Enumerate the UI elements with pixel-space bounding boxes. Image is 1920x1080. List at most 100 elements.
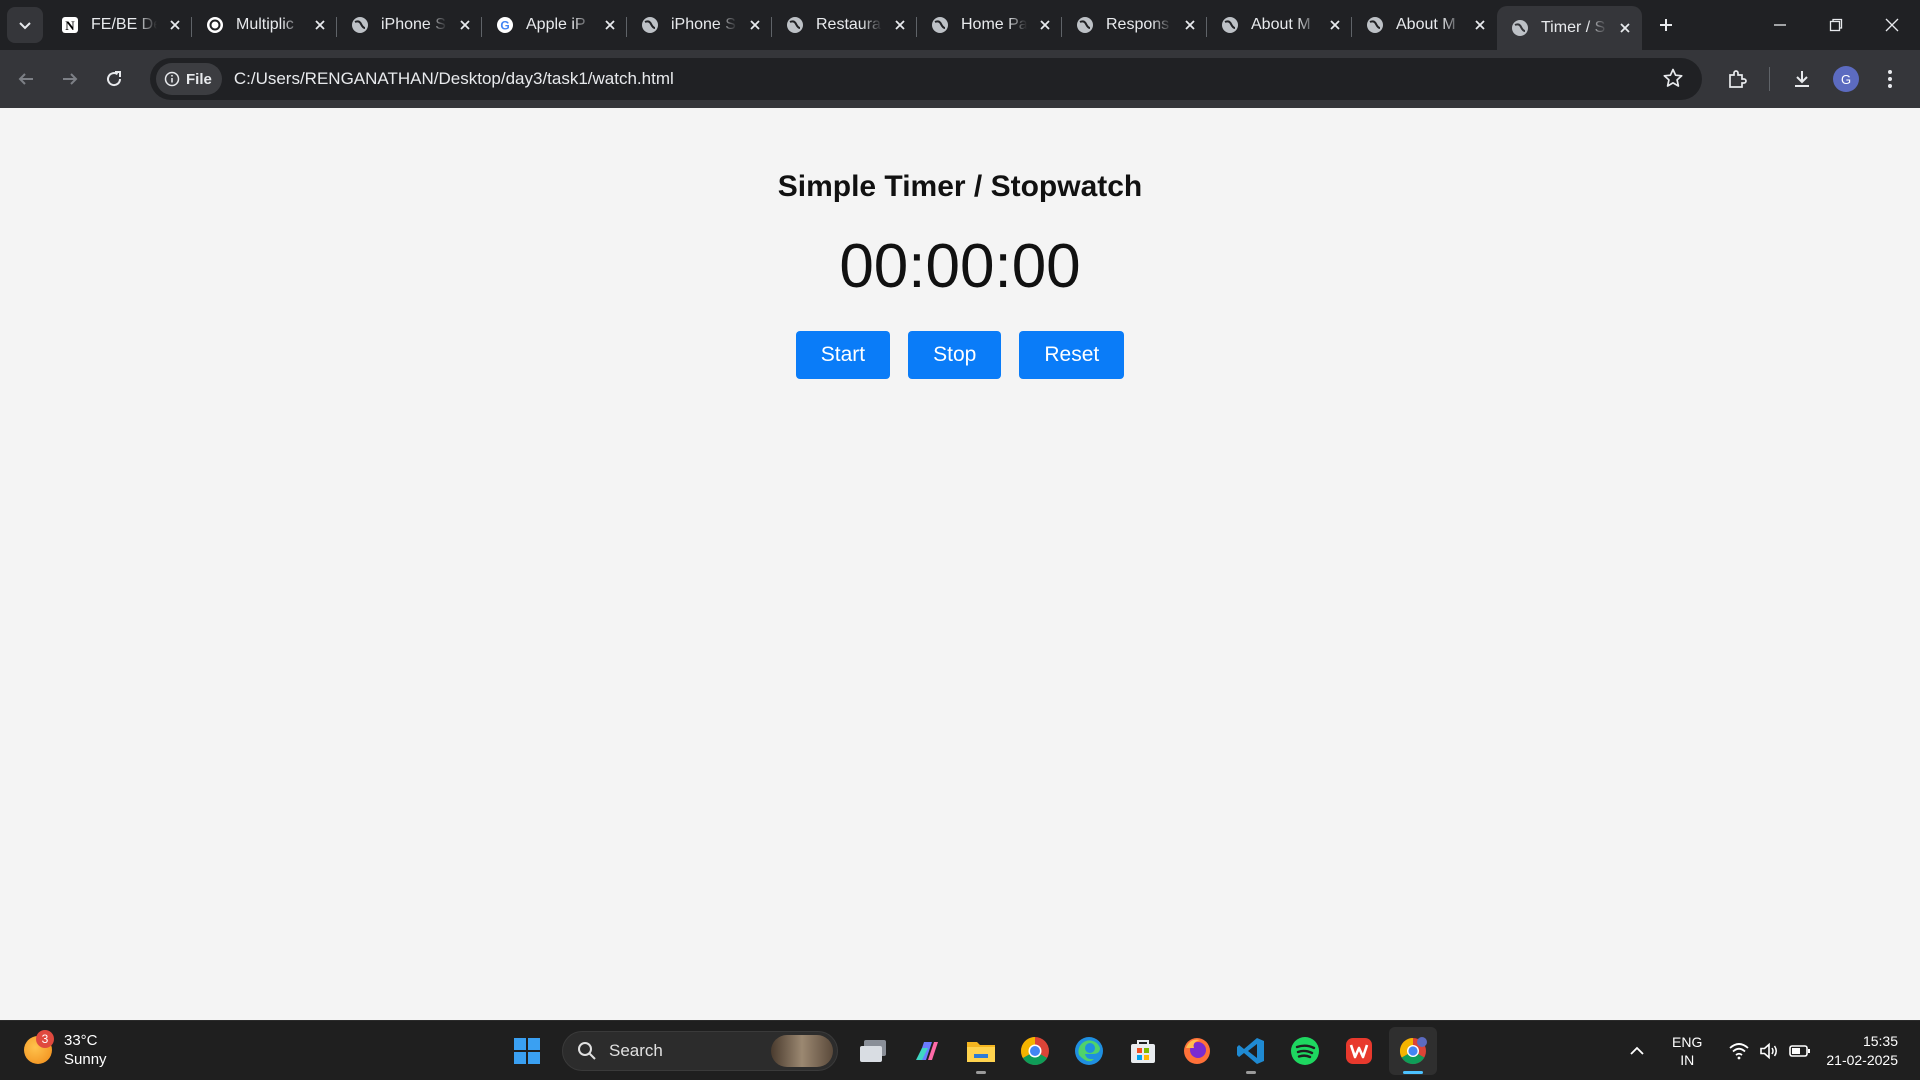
extensions-button[interactable] [1715,57,1759,101]
tab[interactable]: iPhone S [627,5,772,45]
tab-title: Timer / S [1541,19,1606,36]
toolbar-divider [1769,67,1770,91]
volume-icon[interactable] [1759,1042,1779,1060]
tab[interactable]: G Apple iP [482,5,627,45]
arrow-right-icon [63,73,78,85]
clock-date: 21-02-2025 [1826,1052,1898,1068]
close-icon[interactable] [455,15,475,35]
timer-controls: Start Stop Reset [0,331,1920,379]
bookmark-star-icon[interactable] [1662,67,1684,94]
close-icon[interactable] [165,15,185,35]
close-icon[interactable] [310,15,330,35]
wifi-icon[interactable] [1729,1042,1749,1060]
tab[interactable]: Respons [1062,5,1207,45]
store-button[interactable] [1119,1027,1167,1075]
language-code: ENG [1672,1034,1703,1050]
tab[interactable]: About M [1207,5,1352,45]
tab[interactable]: iPhone S [337,5,482,45]
close-icon[interactable] [600,15,620,35]
chrome-profile-button[interactable] [1389,1027,1437,1075]
close-icon[interactable] [745,15,765,35]
close-window-button[interactable] [1864,0,1920,50]
clock[interactable]: 15:35 21-02-2025 [1826,1032,1898,1070]
taskbar-apps: Search [500,1027,1440,1075]
vscode-icon [1237,1038,1264,1064]
close-icon[interactable] [1615,18,1635,38]
tab[interactable]: Restaura [772,5,917,45]
wps-office-button[interactable] [1335,1027,1383,1075]
tab[interactable]: About M [1352,5,1497,45]
page-content: Simple Timer / Stopwatch 00:00:00 Start … [0,108,1920,1020]
new-tab-button[interactable] [1648,7,1684,43]
profile-button[interactable]: G [1824,57,1868,101]
task-view-button[interactable] [849,1027,897,1075]
taskbar-search[interactable]: Search [562,1031,838,1071]
restore-button[interactable] [1808,0,1864,50]
globe-icon [1366,16,1384,34]
close-icon [1885,18,1899,32]
weather-temp: 33°C [64,1032,98,1049]
windows-icon [514,1038,540,1064]
sun-icon: 3 [24,1030,54,1064]
folder-icon [967,1042,995,1062]
forward-button[interactable] [50,59,90,99]
tab[interactable]: N FE/BE De [47,5,192,45]
back-button[interactable] [6,59,46,99]
search-label: Search [609,1041,663,1060]
tab[interactable]: Multiplic [192,5,337,45]
site-info-chip[interactable]: File [156,63,222,95]
reload-button[interactable] [94,59,134,99]
language-indicator[interactable]: ENG IN [1672,1033,1702,1069]
copilot-button[interactable] [903,1027,951,1075]
close-icon[interactable] [1035,15,1055,35]
spotify-icon [1291,1037,1319,1065]
reset-button[interactable]: Reset [1019,331,1125,379]
chrome-button[interactable] [1011,1027,1059,1075]
close-icon[interactable] [890,15,910,35]
close-icon[interactable] [1325,15,1345,35]
tab-list: N FE/BE De Multiplic iPhone S G Apple iP [47,0,1642,50]
avatar: G [1833,66,1859,92]
downloads-button[interactable] [1780,57,1824,101]
firefox-button[interactable] [1173,1027,1221,1075]
wps-office-icon [1346,1038,1372,1064]
file-explorer-button[interactable] [957,1027,1005,1075]
chatgpt-icon [206,16,224,34]
weather-condition: Sunny [64,1051,107,1068]
running-indicator [1403,1071,1423,1074]
stop-button[interactable]: Stop [908,331,1002,379]
tab-search-button[interactable] [7,7,43,43]
weather-widget[interactable]: 3 33°C Sunny [24,1030,107,1069]
close-icon[interactable] [1180,15,1200,35]
chevron-down-icon [19,22,31,30]
spotify-button[interactable] [1281,1027,1329,1075]
running-indicator [1246,1071,1256,1074]
battery-icon[interactable] [1789,1044,1811,1058]
minimize-button[interactable] [1752,0,1808,50]
tab-active[interactable]: Timer / S [1497,6,1642,50]
taskbar: 3 33°C Sunny Search ENG IN 15:35 21-02-2… [0,1020,1920,1080]
chrome-icon [1021,1037,1049,1065]
close-icon[interactable] [1470,15,1490,35]
start-button[interactable]: Start [795,331,891,379]
tab-strip: N FE/BE De Multiplic iPhone S G Apple iP [0,0,1920,50]
restore-icon [1829,18,1843,32]
vscode-button[interactable] [1227,1027,1275,1075]
start-button[interactable] [503,1027,551,1075]
minimize-icon [1774,24,1786,26]
clock-time: 15:35 [1862,1033,1898,1049]
address-bar[interactable]: File C:/Users/RENGANATHAN/Desktop/day3/t… [150,58,1702,100]
tab-title: Respons [1106,16,1170,33]
globe-icon [351,16,369,34]
url-text[interactable]: C:/Users/RENGANATHAN/Desktop/day3/task1/… [234,69,674,89]
show-hidden-icons-button[interactable] [1629,1043,1645,1059]
edge-button[interactable] [1065,1027,1113,1075]
menu-button[interactable] [1868,57,1912,101]
arrow-left-icon [18,73,33,85]
store-icon [1131,1040,1155,1063]
globe-icon [1076,16,1094,34]
tab[interactable]: Home Pa [917,5,1062,45]
svg-text:N: N [65,18,75,33]
tab-title: FE/BE De [91,16,157,33]
chevron-up-icon [1630,1046,1644,1055]
